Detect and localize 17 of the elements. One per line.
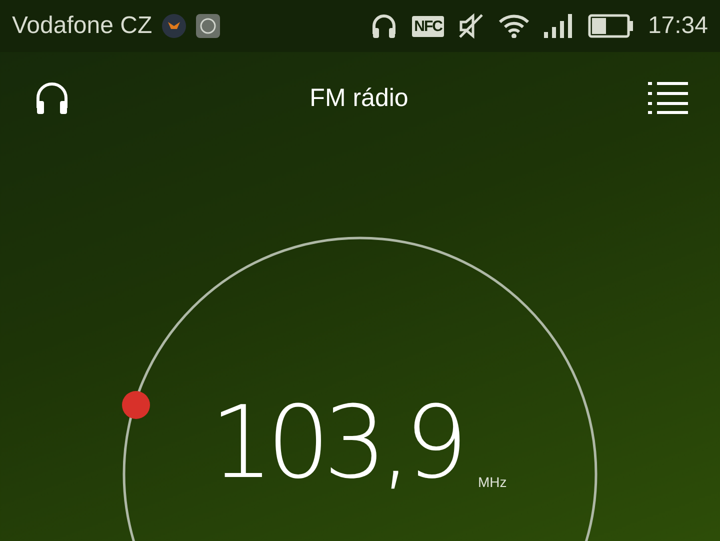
menu-button[interactable]	[648, 82, 688, 114]
carrier-name: Vodafone CZ	[12, 12, 152, 40]
tuning-knob[interactable]	[122, 391, 150, 419]
screen-title: FM rádio	[310, 84, 408, 112]
headphones-icon	[370, 12, 398, 40]
clock-time: 17:34	[648, 12, 708, 40]
frequency-value: 103,9	[210, 390, 462, 495]
battery-icon	[588, 14, 634, 38]
mute-icon	[458, 13, 484, 39]
wifi-icon	[498, 14, 530, 38]
frequency-unit: MHz	[478, 474, 507, 490]
tuning-dial[interactable]	[122, 236, 598, 541]
radio-notification-icon	[196, 14, 220, 38]
signal-icon	[544, 14, 574, 38]
nfc-icon: NFC	[412, 16, 444, 36]
headphones-button[interactable]	[34, 80, 70, 116]
app-notification-icon	[162, 14, 186, 38]
